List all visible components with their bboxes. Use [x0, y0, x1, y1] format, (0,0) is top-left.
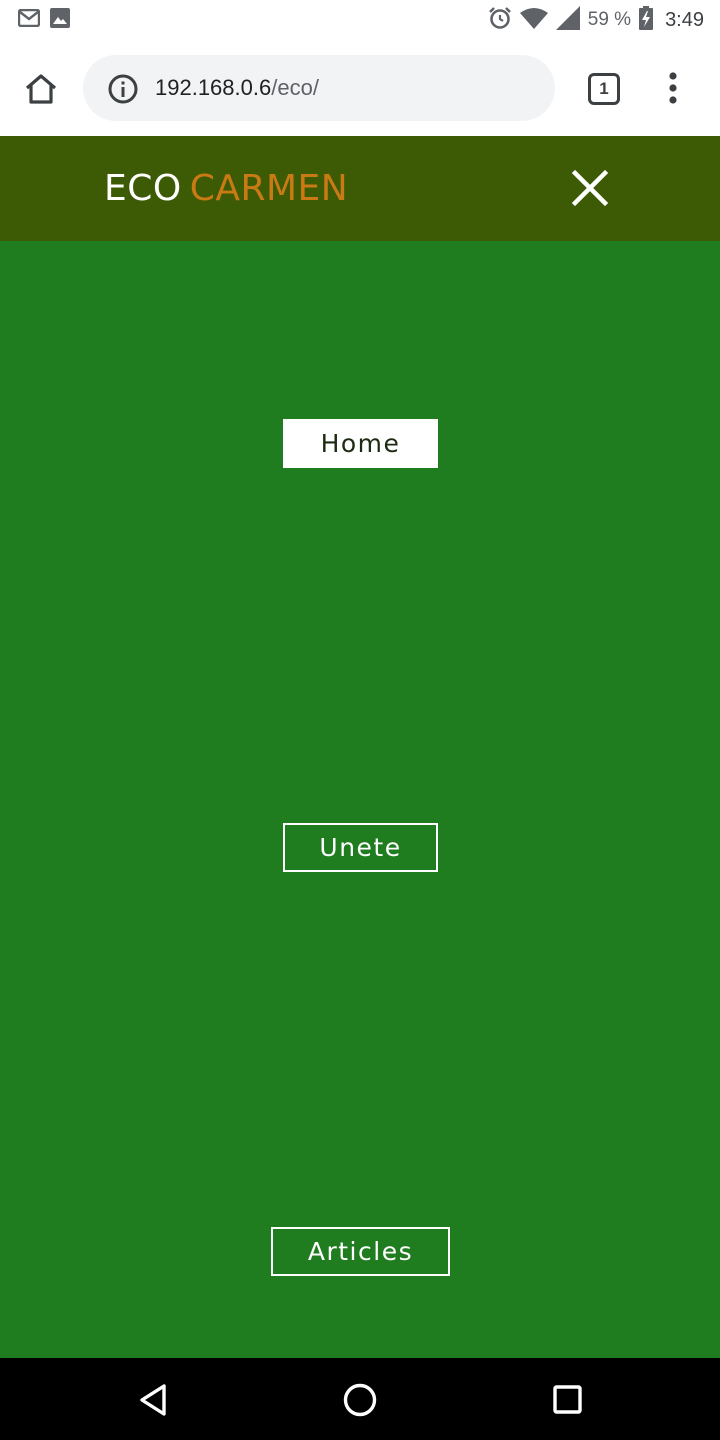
info-icon[interactable] [107, 73, 139, 105]
logo-carmen: CARMEN [189, 168, 349, 209]
status-bar: 59 % 3:49 [0, 0, 720, 40]
browser-toolbar: 192.168.0.6/eco/ 1 [0, 40, 720, 136]
gallery-icon [50, 8, 70, 33]
recents-button[interactable] [547, 1380, 587, 1420]
nav-home-label: Home [320, 429, 401, 458]
close-icon [571, 169, 609, 207]
nav-home-button[interactable]: Home [283, 419, 438, 468]
logo-eco: ECO [104, 168, 182, 209]
back-button[interactable] [134, 1380, 174, 1420]
site-header: ECO CARMEN [0, 136, 720, 241]
status-bar-notifications [17, 8, 70, 33]
url-path: /eco/ [271, 75, 319, 100]
home-circle-icon [343, 1383, 377, 1417]
browser-home-button[interactable] [20, 68, 62, 110]
close-menu-button[interactable] [570, 168, 610, 208]
wifi-icon [519, 7, 548, 34]
nav-unete-label: Unete [319, 833, 402, 862]
url-host: 192.168.0.6 [155, 75, 272, 100]
tab-count: 1 [599, 79, 609, 98]
nav-articles-button[interactable]: Articles [271, 1227, 450, 1276]
site-logo[interactable]: ECO CARMEN [104, 168, 348, 210]
address-bar[interactable]: 192.168.0.6/eco/ [83, 55, 555, 121]
tab-switcher-button[interactable]: 1 [588, 73, 620, 105]
nav-unete-button[interactable]: Unete [283, 823, 438, 872]
home-icon [25, 74, 57, 104]
signal-icon [555, 5, 580, 35]
battery-percent: 59 % [587, 9, 632, 30]
more-vert-icon [669, 72, 677, 104]
nav-menu-overlay: Home Unete Articles [0, 241, 720, 1358]
alarm-icon [488, 6, 512, 35]
browser-menu-button[interactable] [658, 68, 688, 108]
android-nav-bar [0, 1358, 720, 1440]
battery-charging-icon [639, 5, 654, 35]
gmail-icon [17, 8, 41, 32]
url-text[interactable]: 192.168.0.6/eco/ [155, 74, 319, 102]
android-home-button[interactable] [340, 1380, 380, 1420]
recents-icon [553, 1385, 582, 1414]
status-bar-system: 59 % 3:49 [488, 5, 704, 35]
back-icon [140, 1384, 166, 1416]
nav-articles-label: Articles [307, 1237, 414, 1266]
clock: 3:49 [665, 8, 704, 31]
